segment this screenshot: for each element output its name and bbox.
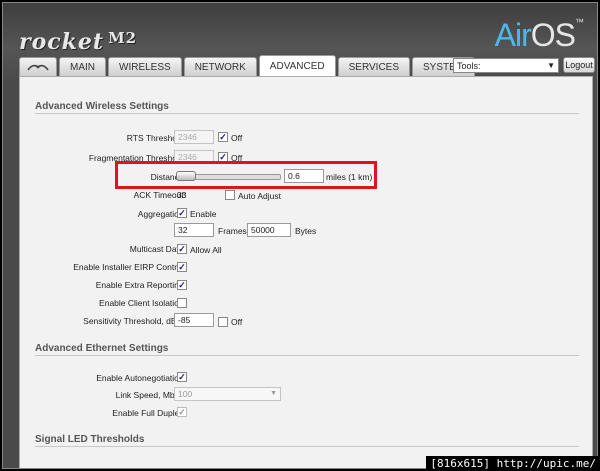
airos-air: Air <box>494 17 532 53</box>
header-bar: rocket M2 AirOS™ MAIN WIRELESS NETWORK AD… <box>3 3 597 78</box>
full-duplex-label: Enable Full Duplex: <box>112 408 186 418</box>
browser-frame: rocket M2 AirOS™ MAIN WIRELESS NETWORK AD… <box>2 2 598 469</box>
auto-adjust-checkbox[interactable] <box>225 190 235 200</box>
multicast-checkbox[interactable]: ✓ <box>177 244 187 254</box>
tab-wireless[interactable]: WIRELESS <box>108 57 182 76</box>
airos-os: OS <box>530 17 576 53</box>
section-title-signal-led: Signal LED Thresholds <box>35 434 145 445</box>
autoneg-label: Enable Autonegotiation: <box>96 373 186 383</box>
tab-advanced[interactable]: ADVANCED <box>258 55 336 76</box>
ubiquiti-logo-icon <box>27 64 49 71</box>
sensitivity-off-checkbox[interactable] <box>218 317 228 327</box>
tools-select[interactable]: Tools: ▼ <box>453 58 559 73</box>
rts-off-label: Off <box>231 133 243 143</box>
aggregation-bytes-input[interactable]: 50000 <box>247 223 291 237</box>
link-speed-select[interactable]: 100 ▼ <box>174 387 281 401</box>
section-title-wireless: Advanced Wireless Settings <box>35 101 169 112</box>
aggregation-enable-label: Enable <box>190 209 217 219</box>
tab-network[interactable]: NETWORK <box>183 57 257 76</box>
distance-highlight-box <box>115 161 377 189</box>
sensitivity-input[interactable]: -85 <box>174 313 214 327</box>
airos-logo: AirOS™ <box>494 17 584 54</box>
rts-off-checkbox[interactable]: ✓ <box>218 132 228 142</box>
extra-reporting-label: Enable Extra Reporting: <box>95 280 186 290</box>
aggregation-enable-checkbox[interactable]: ✓ <box>177 208 187 218</box>
frames-label: Frames <box>218 226 247 236</box>
section-divider <box>35 113 579 114</box>
ack-timeout-value: 33 <box>177 190 187 200</box>
link-speed-value: 100 <box>178 389 193 399</box>
eirp-checkbox[interactable]: ✓ <box>177 262 187 272</box>
tab-main[interactable]: MAIN <box>59 57 106 76</box>
content-panel: Advanced Wireless Settings RTS Threshold… <box>19 76 593 468</box>
extra-reporting-checkbox[interactable]: ✓ <box>177 280 187 290</box>
logout-button[interactable]: Logout <box>563 57 595 73</box>
section-divider <box>35 355 579 356</box>
airos-tm: ™ <box>575 17 584 27</box>
brand-name: rocket <box>19 29 105 55</box>
client-isolation-label: Enable Client Isolation: <box>99 298 186 308</box>
allow-all-label: Allow All <box>190 245 222 255</box>
client-isolation-checkbox[interactable] <box>177 298 187 308</box>
auto-adjust-label: Auto Adjust <box>238 191 282 201</box>
autoneg-checkbox[interactable]: ✓ <box>177 372 187 382</box>
image-watermark: [816x615] http://upic.me/ <box>426 456 600 471</box>
eirp-label: Enable Installer EIRP Control: <box>73 262 186 272</box>
aggregation-frames-input[interactable]: 32 <box>174 223 214 237</box>
brand-logo: rocket M2 <box>19 29 137 55</box>
main-tabs: MAIN WIRELESS NETWORK ADVANCED SERVICES … <box>19 55 476 76</box>
full-duplex-checkbox[interactable]: ✓ <box>177 407 187 417</box>
tools-select-value: Tools: <box>457 61 481 71</box>
bytes-label: Bytes <box>295 226 317 236</box>
section-divider <box>35 446 579 447</box>
chevron-down-icon: ▼ <box>547 61 555 70</box>
sensitivity-label: Sensitivity Threshold, dBm: <box>83 316 186 326</box>
sensitivity-off-label: Off <box>231 317 243 327</box>
chevron-down-icon: ▼ <box>270 390 277 397</box>
tab-ubnt-logo[interactable] <box>19 57 57 76</box>
tab-services[interactable]: SERVICES <box>337 57 411 76</box>
section-title-ethernet: Advanced Ethernet Settings <box>35 343 169 354</box>
rts-threshold-input[interactable]: 2346 <box>174 130 214 144</box>
brand-model: M2 <box>108 29 138 47</box>
